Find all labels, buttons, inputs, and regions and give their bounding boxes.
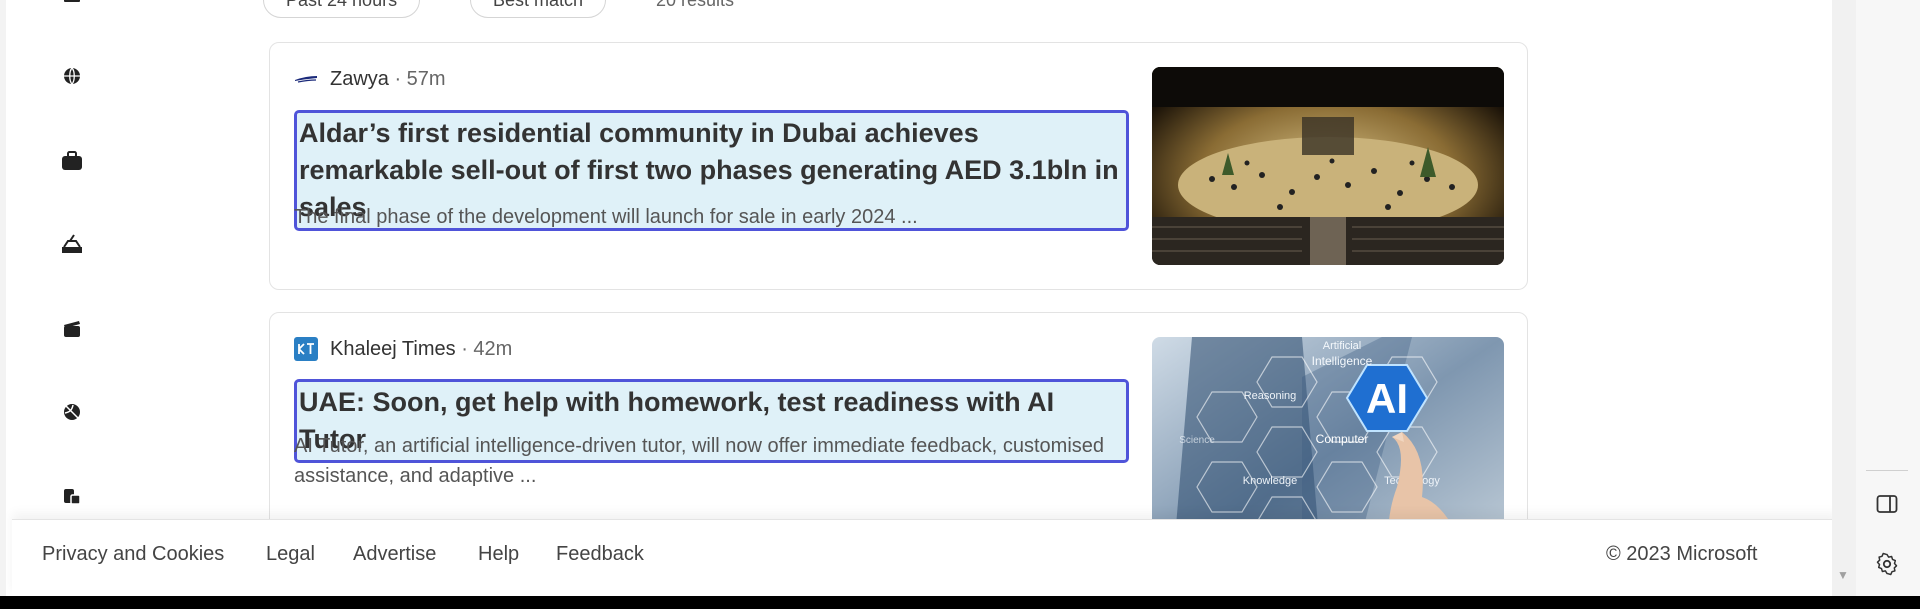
world-icon[interactable] — [54, 58, 90, 94]
footer-link-legal[interactable]: Legal — [266, 543, 315, 566]
panel-divider — [1866, 470, 1908, 471]
article-time: · 57m — [394, 67, 446, 90]
article-thumbnail[interactable] — [1152, 67, 1504, 265]
taskbar-strip — [0, 596, 1920, 609]
time-filter-chip[interactable]: Past 24 hours — [263, 0, 421, 18]
source-line: Khaleej Times · 42m — [294, 337, 512, 361]
zawya-logo-icon — [294, 67, 318, 91]
copyright-text: © 2023 Microsoft — [1606, 543, 1758, 565]
vertical-scrollbar[interactable] — [1832, 0, 1856, 596]
image-word: Knowledge — [1243, 475, 1297, 487]
news-card[interactable]: Zawya · 57m Aldar’s first residential co… — [269, 42, 1528, 290]
source-name[interactable]: Khaleej Times — [330, 338, 456, 361]
lifestyle-icon[interactable] — [54, 478, 90, 514]
sort-filter-chip[interactable]: Best match — [470, 0, 607, 18]
settings-gear-icon[interactable] — [1870, 547, 1904, 581]
image-word: Reasoning — [1244, 390, 1297, 402]
footer-link-help[interactable]: Help — [478, 543, 519, 566]
article-snippet: The final phase of the development will … — [294, 206, 918, 228]
browser-window: Past 24 hours Best match 20 results Zawy… — [0, 0, 1920, 596]
image-word: Computer — [1316, 432, 1369, 446]
image-word: Artificial — [1323, 340, 1362, 352]
ai-hex-label: AI — [1366, 375, 1408, 422]
home-icon[interactable] — [54, 0, 90, 18]
article-time: · 42m — [461, 337, 513, 360]
khaleej-times-logo-icon — [294, 337, 318, 361]
news-results-page: Past 24 hours Best match 20 results Zawy… — [6, 0, 1832, 596]
science-icon[interactable] — [54, 226, 90, 262]
footer-link-advertise[interactable]: Advertise — [353, 543, 436, 566]
source-name[interactable]: Zawya — [330, 68, 389, 91]
page-footer: Privacy and Cookies Legal Advertise Help… — [12, 519, 1832, 596]
sidebar-toggle-icon[interactable] — [1870, 487, 1904, 521]
image-word: Science — [1179, 435, 1215, 446]
source-line: Zawya · 57m — [294, 67, 446, 91]
sports-icon[interactable] — [54, 394, 90, 430]
scroll-down-icon[interactable]: ▼ — [1833, 568, 1853, 582]
footer-link-privacy[interactable]: Privacy and Cookies — [42, 543, 224, 566]
article-snippet: AI Tutor, an artificial intelligence-dri… — [294, 435, 1105, 487]
briefcase-icon[interactable] — [54, 143, 90, 179]
entertainment-icon[interactable] — [54, 311, 90, 347]
footer-link-feedback[interactable]: Feedback — [556, 543, 644, 566]
results-count: 20 results — [656, 0, 735, 10]
image-word: Intelligence — [1312, 354, 1373, 368]
